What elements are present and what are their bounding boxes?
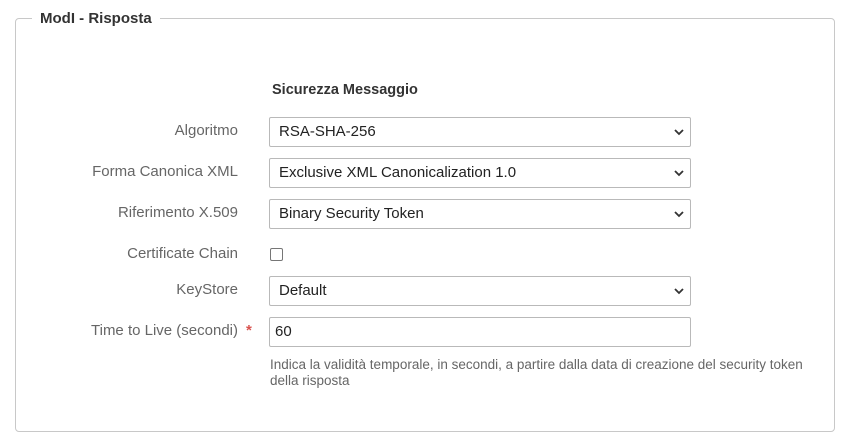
forma-canonica-select-value: Exclusive XML Canonicalization 1.0	[279, 164, 517, 181]
algoritmo-select[interactable]: RSA-SHA-256	[269, 117, 691, 147]
riferimento-select[interactable]: Binary Security Token	[269, 199, 691, 229]
ttl-input[interactable]: 60	[269, 317, 691, 347]
ttl-help-text: Indica la validità temporale, in secondi…	[270, 357, 803, 388]
algoritmo-select-value: RSA-SHA-256	[279, 123, 376, 140]
certificate-chain-label: Certificate Chain	[127, 245, 238, 262]
forma-canonica-select[interactable]: Exclusive XML Canonicalization 1.0	[269, 158, 691, 188]
ttl-label: Time to Live (secondi)	[91, 322, 238, 339]
forma-canonica-label: Forma Canonica XML	[92, 163, 238, 180]
riferimento-select-value: Binary Security Token	[279, 205, 424, 222]
fieldset-legend: ModI - Risposta	[32, 9, 160, 29]
chevron-down-icon	[674, 288, 684, 295]
chevron-down-icon	[674, 170, 684, 177]
certificate-chain-checkbox[interactable]	[270, 248, 283, 261]
algoritmo-label: Algoritmo	[174, 122, 238, 139]
section-title: Sicurezza Messaggio	[272, 82, 418, 98]
keystore-select[interactable]: Default	[269, 276, 691, 306]
required-marker: *	[246, 322, 252, 339]
keystore-label: KeyStore	[176, 281, 238, 298]
chevron-down-icon	[674, 211, 684, 218]
chevron-down-icon	[674, 129, 684, 136]
riferimento-label: Riferimento X.509	[117, 204, 238, 221]
keystore-select-value: Default	[279, 282, 327, 299]
